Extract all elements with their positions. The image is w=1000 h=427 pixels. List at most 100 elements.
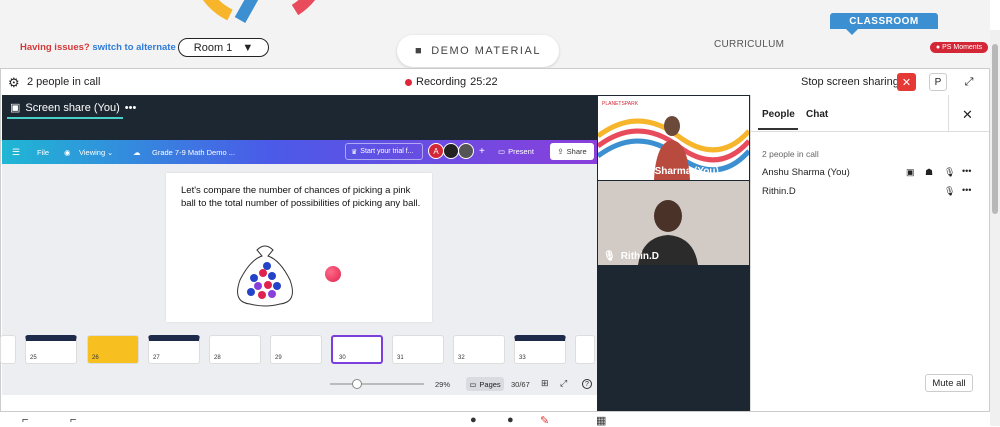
tab-people[interactable]: People (762, 109, 795, 120)
classroom-tab-pointer (846, 29, 858, 35)
pointer-icon[interactable]: ⌐ (22, 414, 28, 426)
room-select[interactable]: Room 1 ▼ (178, 38, 269, 57)
chevron-down-icon: ⌄ (107, 148, 114, 157)
crown-icon: ♛ (351, 148, 358, 156)
microphone-icon[interactable]: 🎙 (944, 167, 955, 178)
pages-button[interactable]: ▭ Pages (466, 377, 504, 391)
active-tab-indicator (758, 128, 798, 130)
zoom-slider-track[interactable] (330, 383, 424, 385)
menu-icon[interactable]: ☰ (12, 147, 20, 158)
microphone-icon: 🎙 (603, 251, 616, 262)
recording-indicator: Recording 25:22 (405, 76, 498, 88)
trial-label: Start your trial f... (360, 148, 414, 155)
mute-all-button[interactable]: Mute all (925, 374, 973, 392)
classroom-tab[interactable]: CLASSROOM (830, 13, 938, 29)
video-label-self: 🎙 Anshu Sharma (You) (603, 166, 719, 177)
add-collaborator-button[interactable]: + (479, 146, 485, 157)
tab-chat[interactable]: Chat (806, 109, 828, 120)
thumbnail-number: 31 (397, 355, 404, 361)
folder-icon: ■ (415, 45, 424, 57)
canva-share-button[interactable]: ⇪ Share (550, 143, 594, 160)
participant-name: Anshu Sharma (You) (620, 166, 719, 177)
microphone-icon: 🎙 (603, 166, 616, 177)
demo-material-label: DEMO MATERIAL (431, 45, 541, 57)
thumbnail-number: 26 (92, 355, 99, 361)
close-icon[interactable]: ✕ (962, 107, 973, 123)
thumbnail-number: 33 (519, 355, 526, 361)
edit-icon[interactable]: ✎ (540, 414, 549, 427)
present-label: Present (508, 147, 534, 156)
circle-icon[interactable]: ● (507, 414, 514, 426)
recording-label: Recording (416, 76, 467, 88)
screen-share-tab[interactable]: ▣ Screen share (You) ••• (10, 101, 137, 115)
grid-view-icon[interactable]: ⊞ (541, 378, 549, 389)
issues-notice: Having issues? switch to alternate room (20, 42, 202, 53)
brand-logo (203, 0, 315, 23)
thumbnail-number: 32 (458, 355, 465, 361)
scrollbar-thumb[interactable] (992, 44, 998, 214)
ps-moments-button[interactable]: ● PS Moments (930, 42, 988, 53)
present-button[interactable]: ▭ Present (498, 143, 546, 160)
user-settings-icon[interactable]: ☗ (925, 167, 933, 178)
help-button[interactable]: ? (582, 379, 592, 389)
page-thumbnail[interactable] (575, 335, 595, 364)
present-icon: ▭ (498, 147, 506, 156)
fullscreen-icon[interactable]: ⤢ (560, 378, 567, 389)
issues-text: Having issues? (20, 42, 90, 53)
user-icon[interactable]: ● (470, 414, 477, 426)
page-indicator: 30/67 (511, 380, 530, 389)
curriculum-tab[interactable]: CURRICULUM (714, 39, 784, 50)
divider (948, 95, 949, 131)
microphone-icon[interactable]: 🎙 (944, 186, 955, 197)
ball-bag-image (237, 245, 293, 307)
more-options-icon[interactable]: ••• (125, 102, 137, 114)
thumbnail-number: 27 (153, 355, 160, 361)
file-menu[interactable]: File (37, 148, 49, 157)
more-options-icon[interactable]: ••• (962, 166, 971, 176)
divider (750, 131, 989, 132)
stop-share-close-icon[interactable]: ✕ (897, 73, 916, 91)
record-icon: ● (935, 44, 941, 51)
viewing-menu[interactable]: Viewing (79, 148, 105, 157)
pages-icon: ▭ (469, 379, 477, 389)
eye-icon: ◉ (64, 148, 71, 157)
upload-icon: ⇪ (557, 147, 564, 156)
document-title[interactable]: Grade 7-9 Math Demo ... (152, 148, 235, 157)
caret-down-icon: ▼ (242, 41, 254, 54)
avatar[interactable] (443, 143, 459, 159)
more-options-icon[interactable]: ••• (962, 185, 971, 195)
screen-share-icon[interactable]: ▣ (906, 167, 915, 178)
gear-icon[interactable]: ⚙ (8, 75, 20, 91)
start-trial-button[interactable]: ♛ Start your trial f... (345, 143, 423, 160)
svg-text:PLANETSPARK: PLANETSPARK (602, 101, 639, 107)
room-label: Room 1 (193, 41, 233, 54)
thumbnail-number: 29 (275, 355, 282, 361)
pages-label: Pages (479, 379, 501, 389)
page-thumbnail[interactable] (0, 335, 16, 364)
ps-moments-label: PS Moments (942, 44, 983, 51)
cloud-icon: ☁ (133, 148, 141, 157)
avatar[interactable]: A (428, 143, 444, 159)
participant-row: Rithin.D (762, 186, 796, 197)
record-dot-icon (405, 78, 412, 86)
pink-ball-image (325, 266, 341, 282)
bottom-toolbar (0, 412, 990, 426)
avatar[interactable] (458, 143, 474, 159)
hand-icon[interactable]: ⌐ (70, 414, 76, 426)
demo-material-button[interactable]: ■ DEMO MATERIAL (397, 35, 559, 67)
slide-text: Let's compare the number of chances of p… (181, 185, 421, 209)
recording-time: 25:22 (470, 76, 498, 88)
canva-bottom-bar (2, 372, 597, 395)
video-label-participant: 🎙 Rithin.D (603, 251, 659, 262)
people-panel (750, 95, 989, 411)
zoom-slider-handle[interactable] (352, 379, 362, 389)
active-tab-indicator (7, 117, 123, 119)
expand-icon[interactable]: ⤢ (961, 73, 977, 91)
screen-share-label: Screen share (You) (25, 101, 120, 114)
pip-button[interactable]: P (929, 73, 947, 91)
thumbnail-number: 30 (339, 355, 346, 361)
stop-screen-sharing-label[interactable]: Stop screen sharing (801, 76, 899, 88)
keyboard-icon[interactable]: ▦ (596, 414, 606, 427)
share-label: Share (566, 147, 587, 156)
zoom-percent: 29% (435, 380, 451, 389)
